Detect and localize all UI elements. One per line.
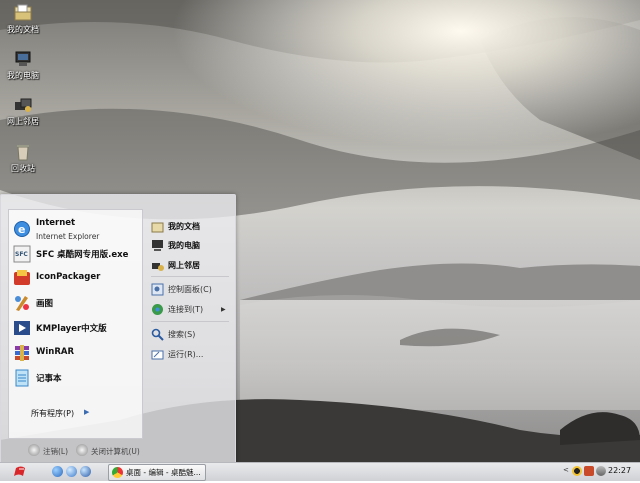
paint-icon [13,294,31,312]
recycle-bin-icon [14,143,32,161]
internet-explorer-icon: e [13,220,31,238]
desktop-icon-label: 我的文档 [7,25,39,34]
desktop-icon-label: 回收站 [11,164,35,173]
place-label: 我的电脑 [168,241,200,250]
run-icon [151,348,164,361]
sfc-app-icon: SFC [13,245,31,263]
my-computer-icon [14,50,32,68]
place-connect-to[interactable]: 连接到(T) [151,302,231,318]
volume-icon[interactable] [596,466,606,476]
clock[interactable]: 22:27 [608,466,631,475]
svg-text:SFC: SFC [15,251,28,258]
place-label: 我的文档 [168,222,200,231]
program-title: 画图 [36,299,54,309]
program-notepad[interactable]: 记事本 [11,367,139,389]
start-menu-footer: 注销(L) 关闭计算机(U) [1,441,235,461]
start-menu: e Internet Internet Explorer SFC SFC 桌酷网… [0,194,236,464]
desktop-icon-label: 我的电脑 [7,71,39,80]
all-programs-button[interactable]: 所有程序(P) [31,408,74,419]
place-label: 运行(R)... [168,350,204,359]
place-run[interactable]: 运行(R)... [151,347,231,363]
menu-separator [151,276,229,277]
desktop-icon-label: 网上邻居 [7,117,39,126]
place-label: 网上邻居 [168,261,200,270]
place-search[interactable]: 搜索(S) [151,327,231,343]
taskbar-window-button[interactable]: 桌面 - 编辑 - 桌酷魅... [108,464,206,481]
program-title: WinRAR [36,347,75,357]
program-winrar[interactable]: WinRAR [11,342,139,364]
logoff-label: 注销(L) [43,447,69,456]
search-icon [151,328,164,341]
quicklaunch-desktop-icon[interactable] [80,466,91,477]
iconpackager-icon [13,269,31,287]
my-documents-icon [151,220,164,233]
program-title: KMPlayer中文版 [36,324,107,334]
program-kmplayer[interactable]: KMPlayer中文版 [11,317,139,339]
chevron-right-icon: ▶ [84,408,90,416]
start-button[interactable] [11,464,35,480]
place-label: 搜索(S) [168,330,196,339]
my-computer-icon [151,239,164,252]
chrome-icon [112,467,123,478]
network-places-icon [151,259,164,272]
svg-text:e: e [18,223,25,236]
control-panel-icon [151,283,164,296]
menu-separator [151,321,229,322]
program-title: SFC 桌酷网专用版.exe [36,250,129,260]
winrar-icon [13,344,31,362]
place-my-computer[interactable]: 我的电脑 [151,238,231,254]
place-label: 控制面板(C) [168,285,212,294]
program-sfc-app[interactable]: SFC SFC 桌酷网专用版.exe [11,243,139,265]
notepad-icon [13,369,31,387]
program-iconpackager[interactable]: IconPackager [11,267,139,289]
taskbar-window-title: 桌面 - 编辑 - 桌酷魅... [126,468,201,477]
quicklaunch-ie-icon[interactable] [52,466,63,477]
connect-to-icon [151,303,164,316]
desktop-icon-my-computer[interactable]: 我的电脑 [0,50,46,81]
program-paint[interactable]: 画图 [11,292,139,314]
program-title: Internet [36,218,76,228]
lock-icon [28,444,40,456]
place-control-panel[interactable]: 控制面板(C) [151,282,231,298]
start-logo-icon [14,466,25,476]
program-internet-explorer[interactable]: e Internet Internet Explorer [11,218,139,241]
shutdown-label: 关闭计算机(U) [91,447,140,456]
program-title: IconPackager [36,272,101,282]
my-documents-icon [14,4,32,22]
program-subtitle: Internet Explorer [36,232,100,241]
desktop-icon-network-places[interactable]: 网上邻居 [0,96,46,127]
desktop-icon-my-documents[interactable]: 我的文档 [0,4,46,35]
taskbar: 桌面 - 编辑 - 桌酷魅... < 22:27 [0,462,640,481]
place-label: 连接到(T) [168,305,204,314]
desktop-icon-recycle-bin[interactable]: 回收站 [0,143,46,174]
kmplayer-icon [13,319,31,337]
quicklaunch-media-icon[interactable] [66,466,77,477]
program-title: 记事本 [36,374,62,384]
qq-icon[interactable] [572,466,582,476]
place-my-documents[interactable]: 我的文档 [151,219,231,235]
network-places-icon [14,96,32,114]
chevron-right-icon: ▶ [221,306,226,313]
tray-app-icon[interactable] [584,466,594,476]
power-icon [76,444,88,456]
place-network-places[interactable]: 网上邻居 [151,258,231,274]
